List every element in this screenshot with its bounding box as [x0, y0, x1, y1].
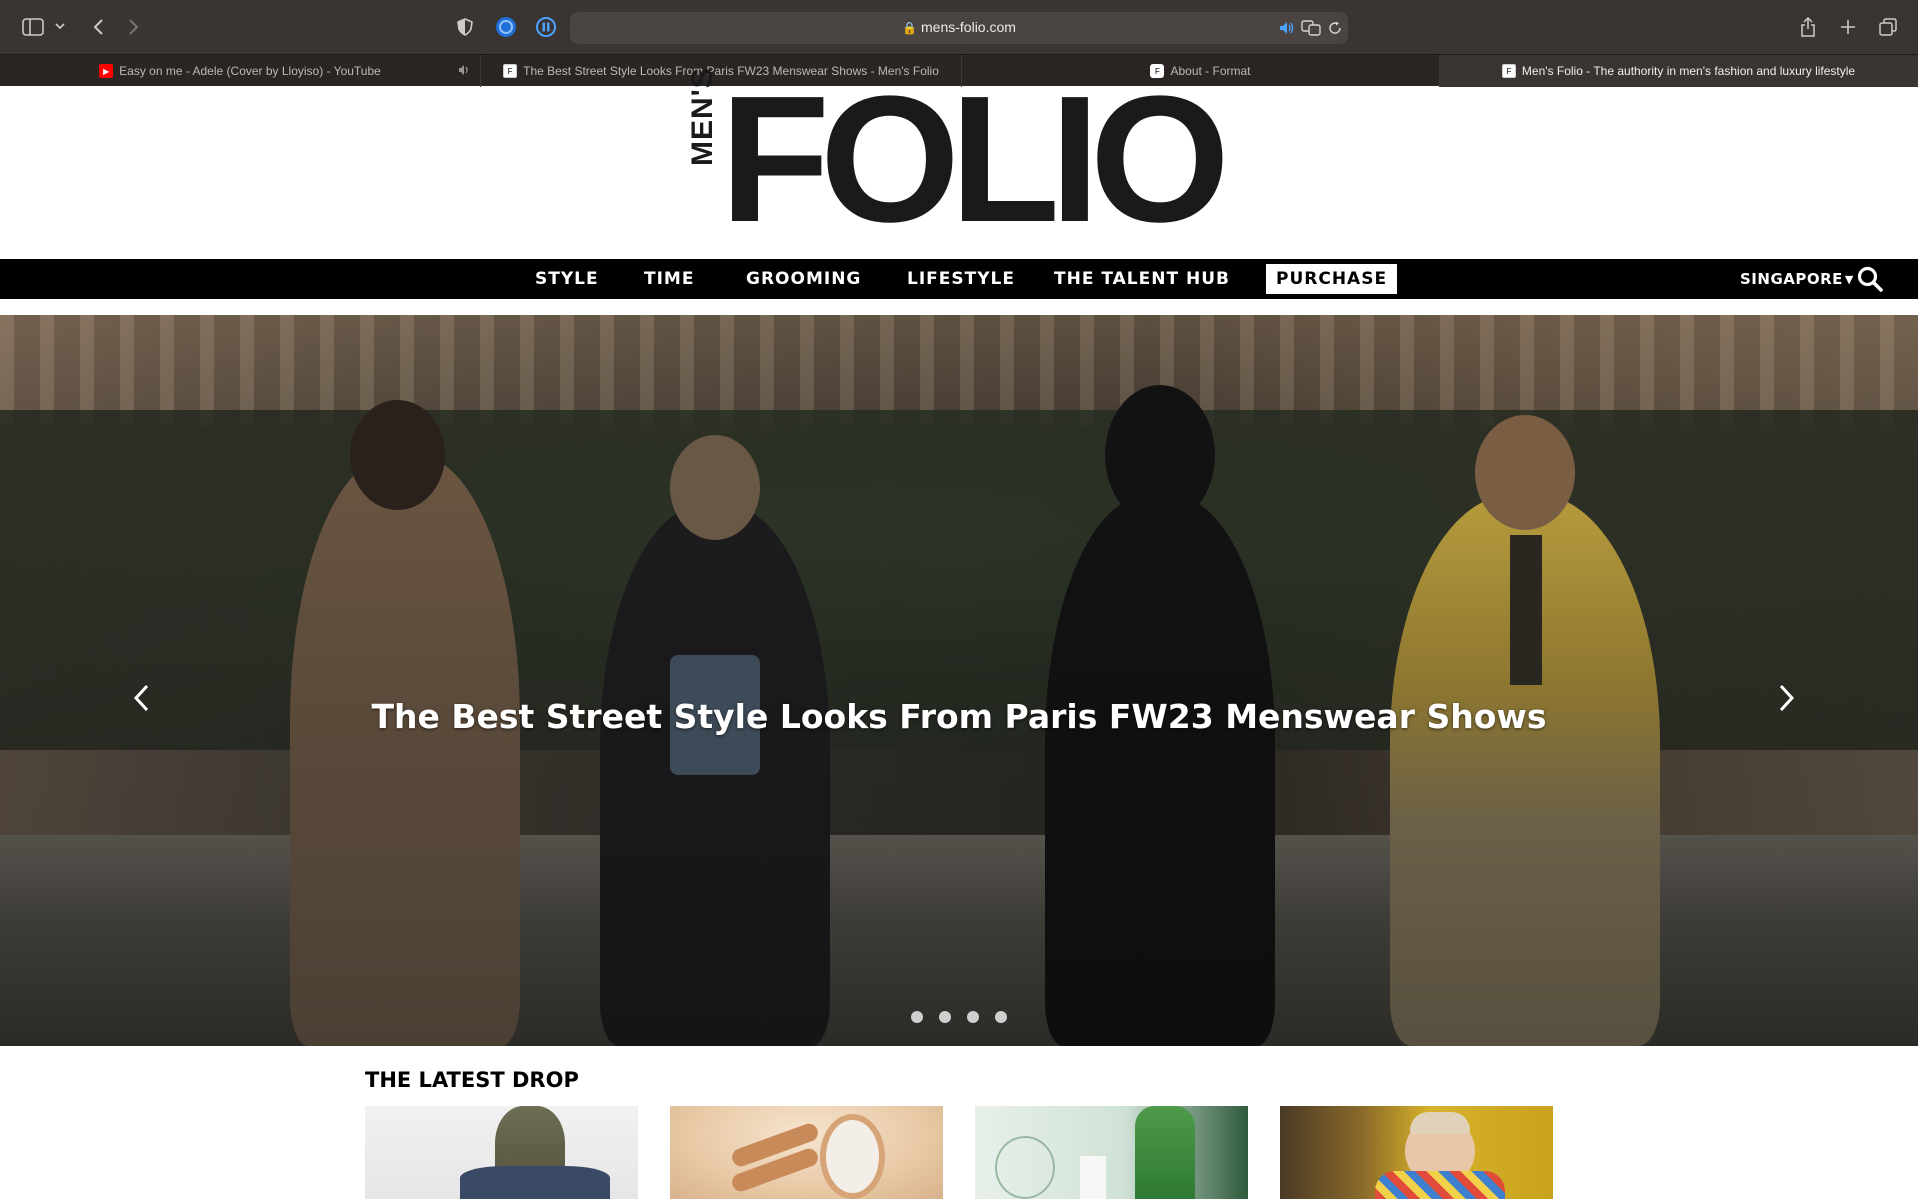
reload-icon[interactable]: [1326, 19, 1344, 37]
sidebar-icon[interactable]: [20, 16, 46, 38]
article-card[interactable]: [365, 1106, 638, 1199]
slider-dots: [0, 1011, 1918, 1023]
browser-toolbar: 🔒 mens-folio.com: [0, 0, 1918, 54]
nav-style[interactable]: STYLE: [535, 259, 599, 299]
logo-folio-text: FOLIO: [720, 59, 1230, 260]
folio-icon: F: [1501, 64, 1516, 78]
nav-lifestyle[interactable]: LIFESTYLE: [907, 259, 1015, 299]
hero-background: [0, 315, 1918, 425]
region-label: SINGAPORE: [1740, 270, 1843, 288]
share-icon[interactable]: [1796, 14, 1820, 40]
translate-icon[interactable]: [1300, 18, 1322, 38]
tab-mens-folio[interactable]: F Men's Folio - The authority in men's f…: [1440, 55, 1918, 87]
chevron-down-icon[interactable]: [52, 18, 68, 34]
hero-title-link[interactable]: The Best Street Style Looks From Paris F…: [0, 697, 1918, 736]
tabs-overview-icon[interactable]: [1876, 15, 1900, 39]
tab-label: Easy on me - Adele (Cover by Lloyiso) - …: [119, 64, 381, 78]
address-bar[interactable]: 🔒 mens-folio.com: [570, 12, 1348, 44]
tab-label: Men's Folio - The authority in men's fas…: [1521, 64, 1856, 78]
hero-person: [600, 435, 830, 1046]
pause-icon[interactable]: [534, 15, 558, 39]
nav-purchase-button[interactable]: PURCHASE: [1266, 264, 1398, 294]
youtube-icon: ▶: [99, 64, 114, 78]
slider-dot[interactable]: [939, 1011, 951, 1023]
nav-time[interactable]: TIME: [644, 259, 694, 299]
article-card[interactable]: [670, 1106, 943, 1199]
card-image: [820, 1114, 885, 1199]
hero-person: [1045, 385, 1275, 1046]
nav-talent-hub[interactable]: THE TALENT HUB: [1054, 259, 1230, 299]
hero-person: [1390, 415, 1660, 1046]
nav-grooming[interactable]: GROOMING: [746, 259, 861, 299]
main-nav: STYLE TIME GROOMING LIFESTYLE THE TALENT…: [0, 259, 1918, 299]
slider-dot[interactable]: [911, 1011, 923, 1023]
speaker-icon[interactable]: [1278, 19, 1296, 37]
slider-dot[interactable]: [967, 1011, 979, 1023]
section-heading-latest-drop: THE LATEST DROP: [365, 1068, 579, 1092]
hero-person: [290, 400, 520, 1046]
hero-slider[interactable]: The Best Street Style Looks From Paris F…: [0, 315, 1918, 1046]
chevron-right-icon[interactable]: [122, 14, 146, 40]
region-selector[interactable]: SINGAPORE ▼: [1740, 259, 1854, 299]
article-card[interactable]: [1280, 1106, 1553, 1199]
tab-youtube[interactable]: ▶ Easy on me - Adele (Cover by Lloyiso) …: [0, 55, 481, 87]
card-image: [995, 1136, 1055, 1199]
tab-speaker-icon[interactable]: [458, 64, 472, 79]
folio-icon: F: [503, 64, 518, 78]
url-text: mens-folio.com: [921, 19, 1016, 35]
site-logo[interactable]: MEN'S FOLIO: [686, 67, 1230, 249]
slider-dot[interactable]: [995, 1011, 1007, 1023]
caret-down-icon: ▼: [1844, 272, 1854, 286]
plus-icon[interactable]: [1836, 15, 1860, 39]
shield-icon[interactable]: [454, 16, 476, 38]
article-card[interactable]: [975, 1106, 1248, 1199]
chevron-left-icon[interactable]: [86, 14, 110, 40]
extension-icon[interactable]: [494, 15, 518, 39]
lock-icon: 🔒: [902, 21, 918, 35]
search-icon[interactable]: [1856, 265, 1884, 293]
logo-mens-text: MEN'S: [686, 67, 719, 166]
